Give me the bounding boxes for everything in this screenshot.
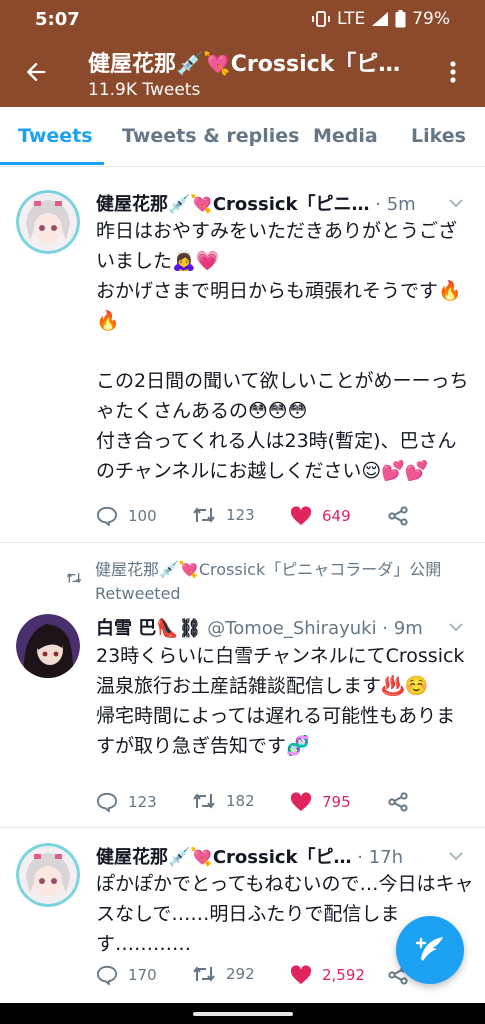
tab-tweets-and-replies[interactable]: Tweets & replies <box>122 125 299 147</box>
compose-tweet-button[interactable] <box>396 916 464 984</box>
reply-icon <box>96 965 118 985</box>
tweet-header: 白雪 巴👠⛓ @Tomoe_Shirayuki · 9m <box>96 614 446 640</box>
share-button[interactable] <box>388 506 408 526</box>
profile-header: 5:07 LTE 79% 健屋花那💉💘Crossick「ピ… 11.9K Twe… <box>0 0 485 107</box>
compose-feather-icon <box>415 937 443 961</box>
status-bar: 5:07 LTE 79% <box>0 0 485 38</box>
back-arrow-icon[interactable] <box>22 58 50 86</box>
retweet-count: 182 <box>226 792 255 810</box>
avatar-image <box>16 614 80 678</box>
retweet-button[interactable]: 123 <box>192 506 255 524</box>
like-button[interactable]: 795 <box>290 792 351 812</box>
tweet-text: 23時くらいに白雪チャンネルにてCrossick温泉旅行お土産話雑談配信します♨… <box>96 645 465 757</box>
retweet-count: 292 <box>226 965 255 983</box>
tweet-actions: 100 123 649 <box>96 506 426 530</box>
tab-tweets[interactable]: Tweets <box>18 125 93 147</box>
reply-icon <box>96 792 118 812</box>
retweet-icon <box>193 966 215 982</box>
tweet-time: · 5m <box>375 194 416 215</box>
tweet-actions: 170 292 2,592 <box>96 965 426 989</box>
share-icon <box>388 506 408 526</box>
chevron-down-icon[interactable] <box>449 622 463 632</box>
home-gesture-handle[interactable] <box>193 1012 293 1016</box>
active-tab-indicator <box>0 162 104 165</box>
like-count: 795 <box>322 793 351 811</box>
tweet-text: 昨日はおやすみをいただきありがとうございました🙇‍♀️💗 おかげさまで明日からも… <box>96 220 469 482</box>
author-name[interactable]: 健屋花那💉💘Crossick「ピニ… <box>96 194 370 215</box>
avatar-image <box>16 843 80 907</box>
avatar[interactable] <box>16 190 80 254</box>
network-label: LTE <box>336 9 366 29</box>
status-time: 5:07 <box>35 9 80 30</box>
like-count: 649 <box>322 507 351 525</box>
tweet-time: · 17h <box>357 847 404 868</box>
reply-count: 123 <box>128 793 157 811</box>
author-handle-time: @Tomoe_Shirayuki · 9m <box>207 618 423 639</box>
heart-icon <box>290 792 312 812</box>
profile-tabs: Tweets Tweets & replies Media Likes <box>0 107 485 167</box>
author-name[interactable]: 白雪 巴👠⛓ <box>96 618 202 639</box>
tab-media[interactable]: Media <box>313 125 378 147</box>
like-count: 2,592 <box>322 966 365 984</box>
reply-button[interactable]: 100 <box>96 506 157 526</box>
retweet-icon <box>193 793 215 809</box>
like-button[interactable]: 649 <box>290 506 351 526</box>
retweet-count: 123 <box>226 506 255 524</box>
battery-percent: 79% <box>412 9 450 29</box>
battery-icon <box>395 10 406 28</box>
tweet-header: 健屋花那💉💘Crossick「ピニ… · 5m <box>96 190 446 216</box>
signal-icon <box>372 12 389 26</box>
share-button[interactable] <box>388 792 408 812</box>
chevron-down-icon[interactable] <box>449 851 463 861</box>
tweet-item[interactable]: 健屋花那💉💘Crossick「ピニ… · 5m 昨日はおやすみをいただきありがと… <box>0 176 485 543</box>
tweet-count: 11.9K Tweets <box>88 80 201 100</box>
reply-button[interactable]: 123 <box>96 792 157 812</box>
share-icon <box>388 792 408 812</box>
chevron-down-icon[interactable] <box>449 198 463 208</box>
retweet-button[interactable]: 292 <box>192 965 255 983</box>
tweet-header: 健屋花那💉💘Crossick「ピ… · 17h <box>96 843 446 869</box>
profile-title: 健屋花那💉💘Crossick「ピ… <box>88 52 401 77</box>
retweet-button[interactable]: 182 <box>192 792 255 810</box>
reply-button[interactable]: 170 <box>96 965 157 985</box>
tweet-actions: 123 182 795 <box>96 792 426 816</box>
reply-count: 170 <box>128 966 157 984</box>
heart-icon <box>290 506 312 526</box>
reply-icon <box>96 506 118 526</box>
more-options-icon[interactable] <box>441 58 465 86</box>
heart-icon <box>290 965 312 985</box>
vibrate-icon <box>312 11 330 27</box>
retweeted-by-label[interactable]: 健屋花那💉💘Crossick「ピニャコラーダ」公開 Retweeted <box>95 558 475 606</box>
avatar[interactable] <box>16 843 80 907</box>
avatar[interactable] <box>16 614 80 678</box>
author-name[interactable]: 健屋花那💉💘Crossick「ピ… <box>96 847 352 868</box>
retweet-indicator-icon <box>66 572 82 584</box>
retweet-icon <box>193 507 215 523</box>
avatar-image <box>16 190 80 254</box>
tab-likes[interactable]: Likes <box>411 125 466 147</box>
reply-count: 100 <box>128 507 157 525</box>
status-icons: LTE 79% <box>311 9 450 29</box>
like-button[interactable]: 2,592 <box>290 965 365 985</box>
